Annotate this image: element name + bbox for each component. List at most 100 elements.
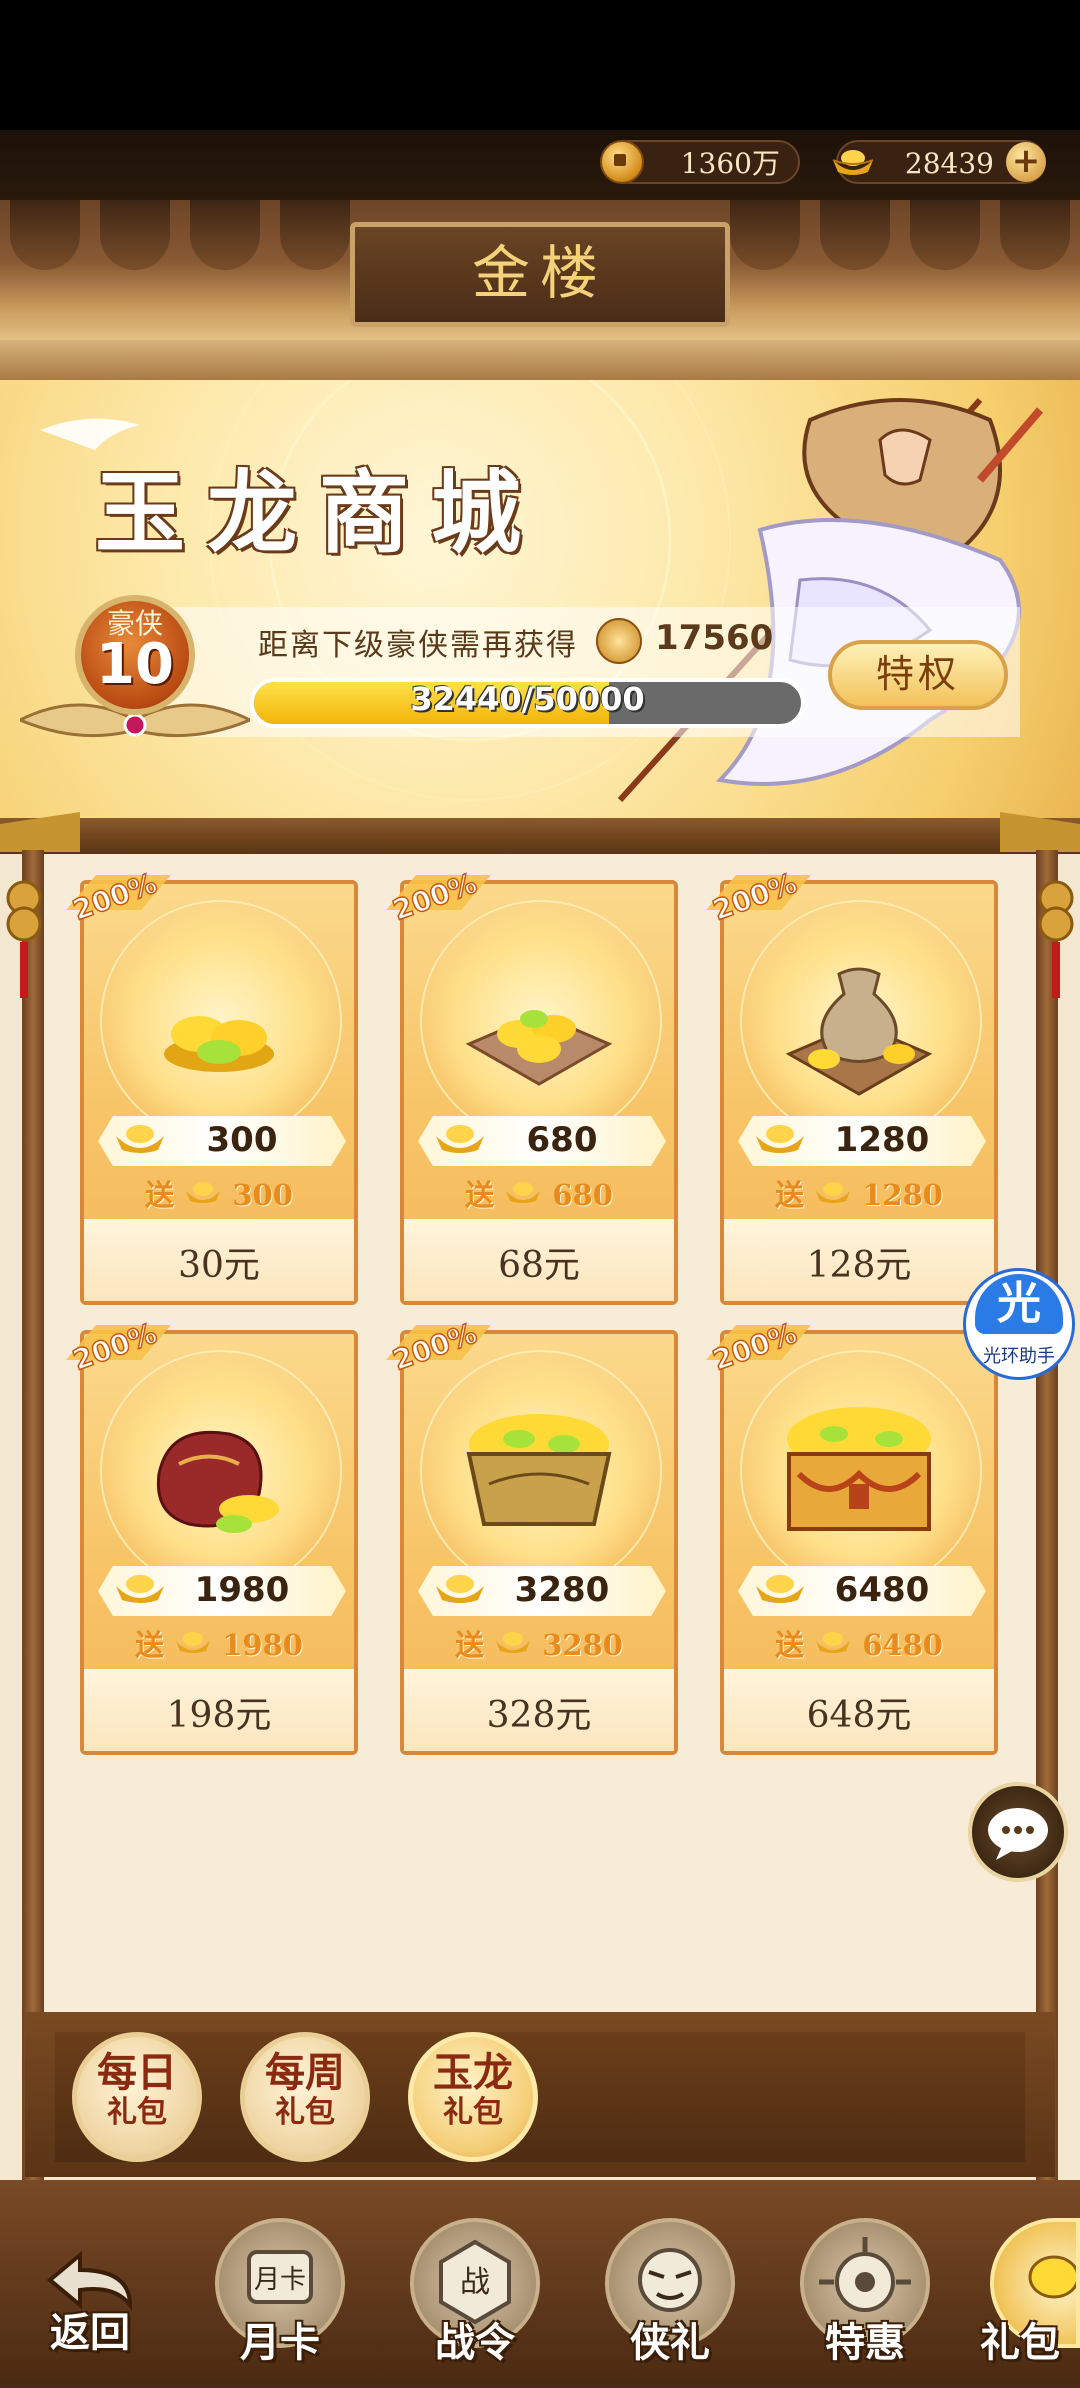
battle-pass-icon-text: 战 bbox=[460, 2265, 490, 2300]
gold-pack-card[interactable]: 300 送 300 30元 200% bbox=[66, 870, 358, 1305]
back-button[interactable]: 返回 bbox=[10, 2300, 170, 2358]
shelf-pillar bbox=[1036, 850, 1058, 2180]
vip-point-icon bbox=[596, 618, 642, 664]
bonus-amount: 300 bbox=[232, 1178, 293, 1212]
add-gold-button[interactable]: + bbox=[1006, 142, 1046, 182]
badge-text: 200% bbox=[389, 1320, 482, 1377]
bonus-amount: 1280 bbox=[862, 1178, 943, 1212]
pack-amount: 1980 bbox=[194, 1570, 290, 1610]
next-level-points: 17560 bbox=[655, 618, 774, 658]
tab-label-line1: 玉龙 bbox=[433, 2049, 513, 2096]
halo-assistant-label: 光环助手 bbox=[983, 1346, 1055, 1367]
gold-pouch-icon bbox=[156, 1430, 279, 1533]
gold-ingot-pile-icon bbox=[164, 1016, 274, 1072]
bonus-prefix: 送 bbox=[145, 1178, 175, 1212]
gold-amount: 28439 bbox=[904, 147, 994, 180]
gold-ingot-icon bbox=[496, 1632, 531, 1653]
gold-pack-card[interactable]: 1980 送 1980 198元 200% bbox=[66, 1320, 358, 1755]
nav-label: 礼包 bbox=[980, 2319, 1060, 2366]
pack-amount: 6480 bbox=[834, 1570, 930, 1610]
nav-label: 特惠 bbox=[825, 2319, 905, 2366]
gold-pack-card[interactable]: 1280 送 1280 128元 200% bbox=[706, 870, 998, 1305]
bonus-prefix: 送 bbox=[775, 1628, 805, 1662]
gold-ingot-icon bbox=[816, 1632, 851, 1653]
gold-pack-card[interactable]: 680 送 680 68元 200% bbox=[386, 870, 678, 1305]
tab-jade-dragon-pack[interactable]: 玉龙 礼包 bbox=[408, 2032, 538, 2162]
gold-ingot-icon bbox=[506, 1182, 541, 1203]
nav-label: 月卡 bbox=[240, 2319, 320, 2366]
pack-bonus: 送 300 bbox=[84, 1172, 354, 1214]
200-percent-badge: 200% bbox=[386, 1320, 491, 1378]
monthly-card-icon-text: 月卡 bbox=[254, 2265, 306, 2295]
bonus-amount: 680 bbox=[552, 1178, 613, 1212]
badge-text: 200% bbox=[709, 1320, 802, 1377]
bonus-amount: 1980 bbox=[222, 1628, 303, 1662]
coin-tassel-icon bbox=[6, 880, 42, 998]
roof-tile bbox=[730, 200, 800, 270]
coin-icon bbox=[600, 140, 644, 184]
roof-beam bbox=[0, 340, 1080, 380]
badge-text: 200% bbox=[389, 870, 482, 927]
pack-bonus: 送 6480 bbox=[724, 1622, 994, 1664]
banner-title: 玉龙商城 bbox=[95, 460, 543, 566]
badge-text: 200% bbox=[709, 870, 802, 927]
gold-ingot-tray-icon bbox=[465, 1010, 613, 1086]
roof-tile bbox=[280, 200, 350, 270]
gold-pack-card[interactable]: 6480 送 6480 648元 200% bbox=[706, 1320, 998, 1755]
vip-progress-text: 32440/50000 bbox=[410, 680, 645, 718]
bonus-amount: 3280 bbox=[542, 1628, 623, 1662]
pack-price: 198元 bbox=[166, 1695, 272, 1736]
bonus-prefix: 送 bbox=[455, 1628, 485, 1662]
bonus-prefix: 送 bbox=[465, 1178, 495, 1212]
bonus-amount: 6480 bbox=[862, 1628, 943, 1662]
roof-tile bbox=[1000, 200, 1070, 270]
shelf-beam bbox=[0, 818, 1080, 854]
200-percent-badge: 200% bbox=[386, 870, 491, 928]
gold-pack-card[interactable]: 3280 送 3280 328元 200% bbox=[386, 1320, 678, 1755]
status-bar bbox=[0, 0, 1080, 130]
roof-tile bbox=[910, 200, 980, 270]
gold-basket-icon bbox=[466, 1414, 612, 1526]
chat-button[interactable] bbox=[968, 1782, 1068, 1882]
200-percent-badge: 200% bbox=[66, 1320, 171, 1378]
chat-bubble-icon bbox=[988, 1808, 1048, 1860]
privilege-button[interactable]: 特权 bbox=[828, 640, 1008, 710]
coin-amount: 1360万 bbox=[680, 147, 780, 180]
pack-price: 328元 bbox=[486, 1695, 592, 1736]
pack-price: 648元 bbox=[806, 1695, 912, 1736]
gold-ingot-icon bbox=[186, 1182, 221, 1203]
coin-tassel-icon bbox=[1038, 880, 1074, 998]
gold-ingot-icon bbox=[176, 1632, 211, 1653]
badge-text: 200% bbox=[69, 870, 162, 927]
nav-label: 侠礼 bbox=[630, 2319, 710, 2366]
tab-label-line1: 每日 bbox=[97, 2049, 177, 2096]
tab-label-line2: 礼包 bbox=[275, 2095, 335, 2130]
tab-label-line1: 每周 bbox=[265, 2049, 345, 2096]
pack-price: 30元 bbox=[178, 1245, 260, 1286]
roof-tile bbox=[820, 200, 890, 270]
next-level-requirement: 距离下级豪侠需再获得 bbox=[258, 628, 578, 663]
page-title: 金楼 bbox=[350, 222, 730, 327]
tab-label-line2: 礼包 bbox=[107, 2095, 167, 2130]
pack-price: 128元 bbox=[806, 1245, 912, 1286]
tab-daily-pack[interactable]: 每日 礼包 bbox=[72, 2032, 202, 2162]
pack-bonus: 送 680 bbox=[404, 1172, 674, 1214]
gold-chest-icon bbox=[787, 1407, 931, 1531]
roof-tile bbox=[190, 200, 260, 270]
gold-ingot-icon bbox=[816, 1182, 851, 1203]
200-percent-badge: 200% bbox=[706, 1320, 811, 1378]
badge-text: 200% bbox=[69, 1320, 162, 1377]
tab-label-line2: 礼包 bbox=[443, 2095, 503, 2130]
pack-bonus: 送 1280 bbox=[724, 1172, 994, 1214]
pack-amount: 300 bbox=[206, 1120, 278, 1160]
roof-tile bbox=[10, 200, 80, 270]
bonus-prefix: 送 bbox=[135, 1628, 165, 1662]
nav-label: 战令 bbox=[435, 2319, 515, 2366]
bonus-prefix: 送 bbox=[775, 1178, 805, 1212]
gold-ingot-icon bbox=[832, 150, 874, 175]
tab-weekly-pack[interactable]: 每周 礼包 bbox=[240, 2032, 370, 2162]
200-percent-badge: 200% bbox=[66, 870, 171, 928]
pack-amount: 1280 bbox=[834, 1120, 930, 1160]
200-percent-badge: 200% bbox=[706, 870, 811, 928]
pack-price: 68元 bbox=[498, 1245, 580, 1286]
